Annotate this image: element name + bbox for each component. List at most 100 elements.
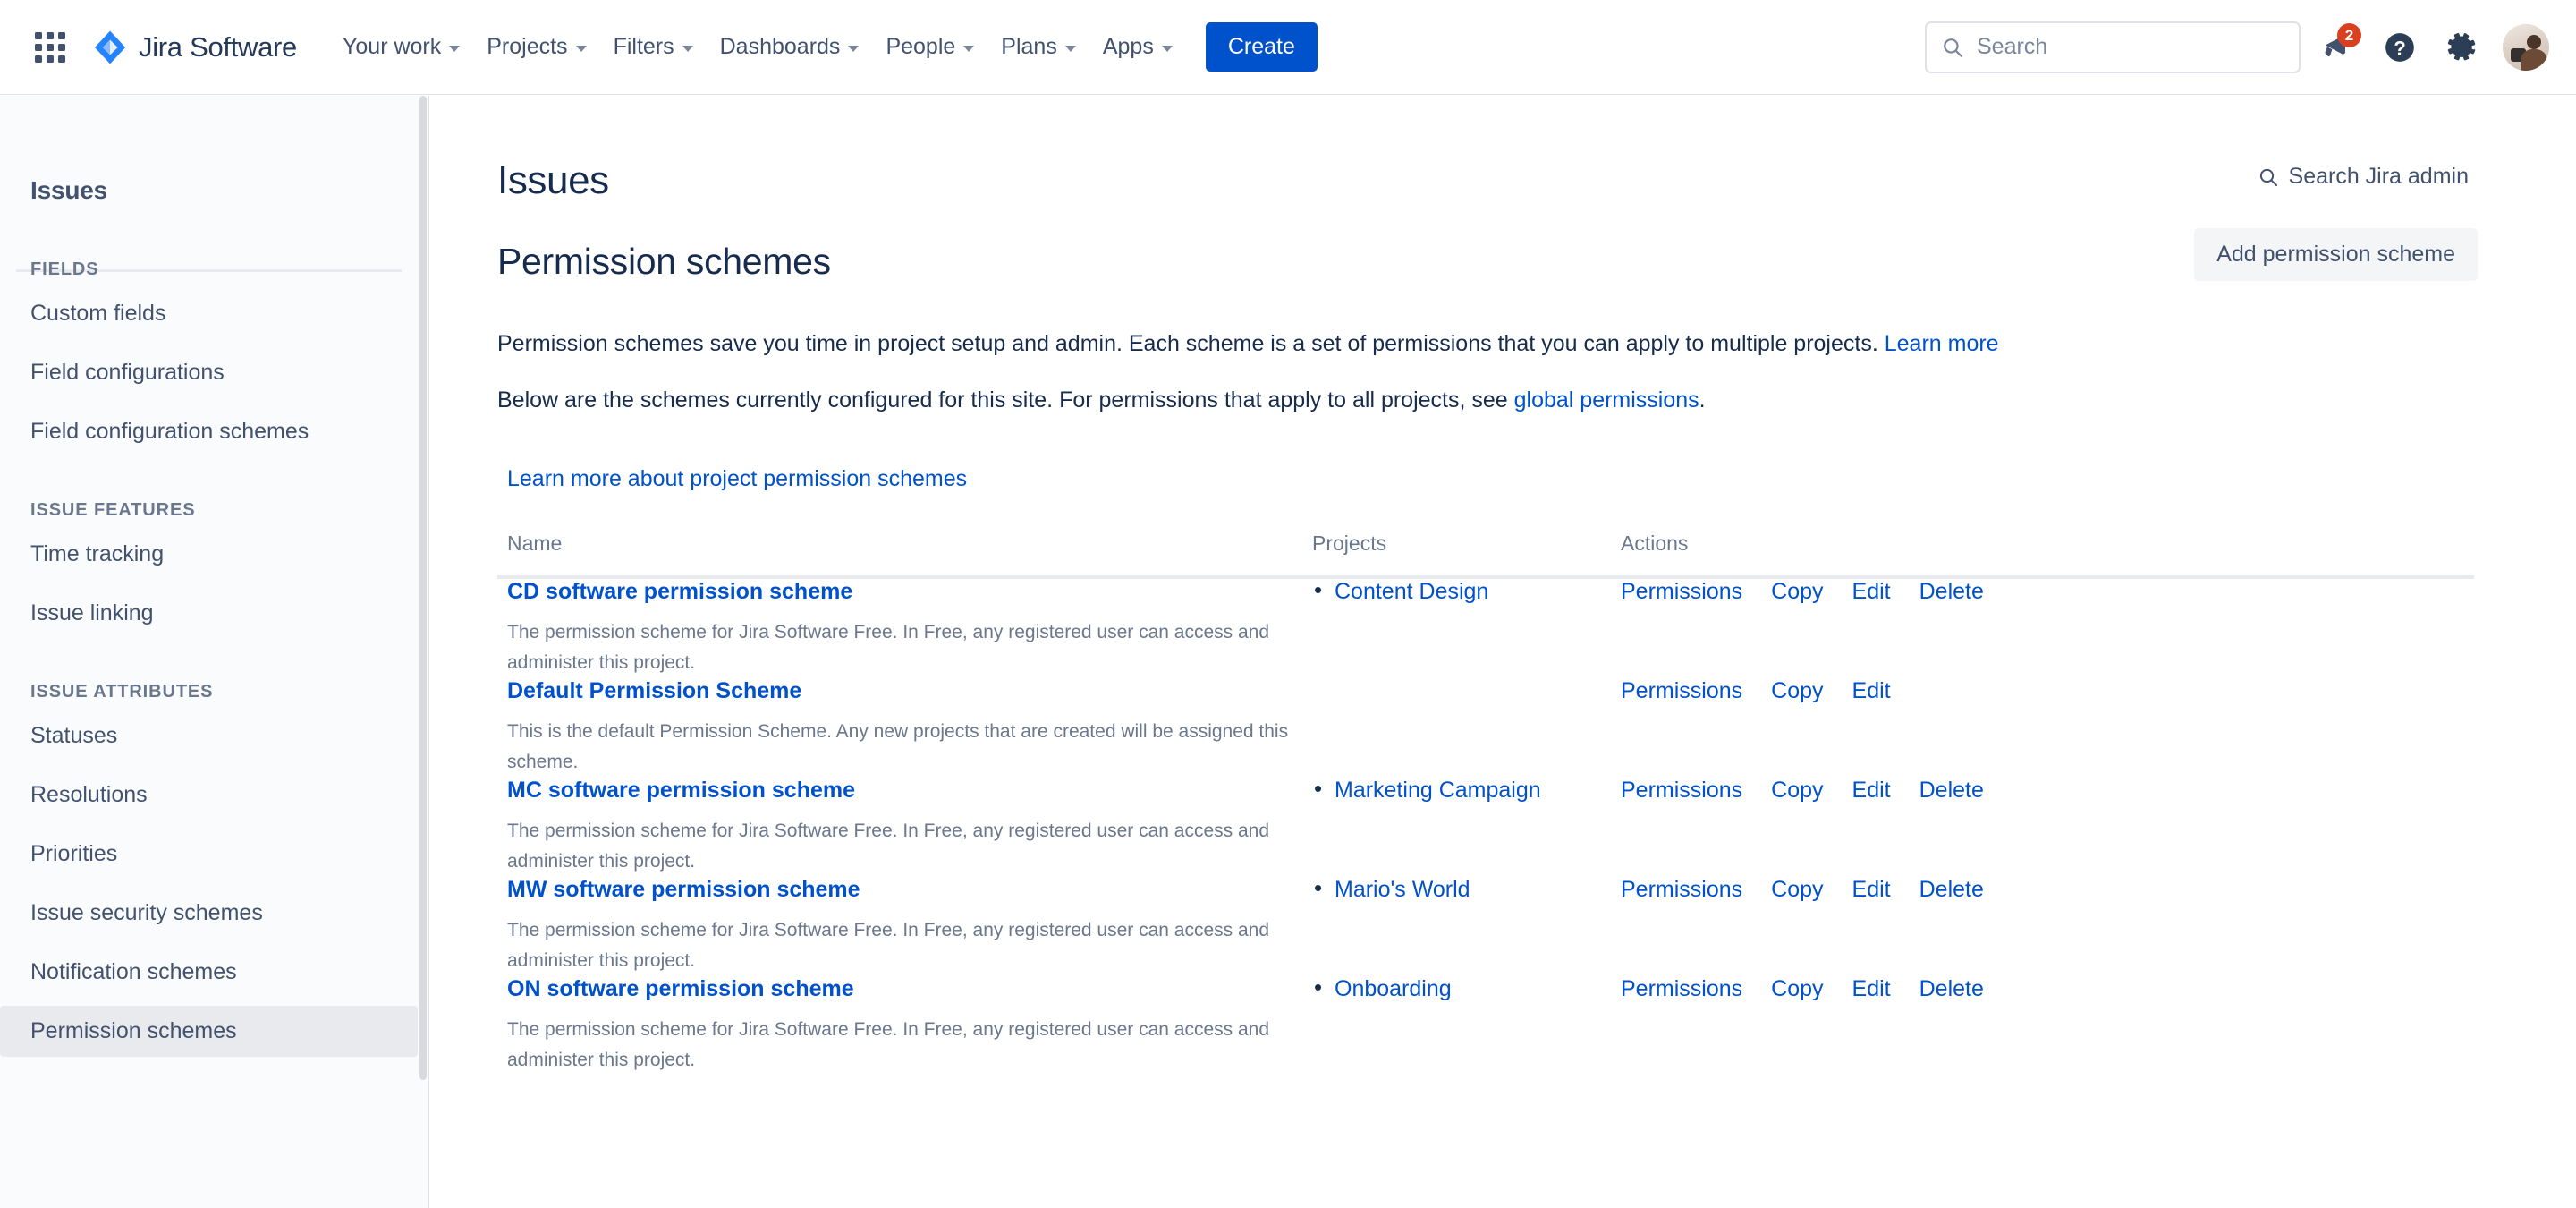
nav-item-label: People bbox=[886, 34, 956, 59]
table-row: ON software permission scheme The permis… bbox=[497, 974, 2474, 1076]
edit-action-link[interactable]: Edit bbox=[1852, 976, 1891, 1002]
intro-paragraph-1-text: Permission schemes save you time in proj… bbox=[497, 331, 1885, 356]
permissions-action-link[interactable]: Permissions bbox=[1621, 877, 1742, 903]
nav-item-people[interactable]: People bbox=[872, 23, 987, 71]
scheme-name-cell: CD software permission scheme The permis… bbox=[497, 577, 1302, 678]
sidebar-item-permission-schemes[interactable]: Permission schemes bbox=[0, 1006, 418, 1057]
sidebar-item-field-configuration-schemes[interactable]: Field configuration schemes bbox=[0, 406, 418, 457]
sidebar-item-custom-fields[interactable]: Custom fields bbox=[0, 288, 418, 339]
project-link[interactable]: Onboarding bbox=[1335, 976, 1452, 1001]
copy-action-link[interactable]: Copy bbox=[1771, 877, 1823, 903]
nav-item-your-work[interactable]: Your work bbox=[329, 23, 473, 71]
scheme-name-link[interactable]: MW software permission scheme bbox=[507, 877, 860, 903]
chevron-down-icon bbox=[682, 46, 693, 52]
create-button[interactable]: Create bbox=[1205, 22, 1318, 72]
app-switcher-icon[interactable] bbox=[30, 28, 70, 67]
global-search-box[interactable] bbox=[1925, 21, 2301, 73]
sidebar-item-resolutions[interactable]: Resolutions bbox=[0, 770, 418, 821]
scheme-name-link[interactable]: ON software permission scheme bbox=[507, 976, 854, 1002]
scheme-name-cell: MW software permission scheme The permis… bbox=[497, 877, 1302, 976]
delete-action-link[interactable]: Delete bbox=[1919, 976, 1984, 1002]
sidebar-item-issue-security-schemes[interactable]: Issue security schemes bbox=[0, 888, 418, 939]
learn-more-inline-link[interactable]: Learn more bbox=[1885, 331, 1999, 356]
help-button[interactable]: ? bbox=[2374, 21, 2426, 73]
project-link[interactable]: Marketing Campaign bbox=[1335, 778, 1541, 803]
nav-item-apps[interactable]: Apps bbox=[1089, 23, 1186, 71]
copy-action-link[interactable]: Copy bbox=[1771, 778, 1823, 804]
nav-item-label: Dashboards bbox=[719, 34, 841, 59]
scheme-actions-cell: Permissions Copy Edit Delete bbox=[1611, 877, 2474, 976]
permissions-action-link[interactable]: Permissions bbox=[1621, 678, 1742, 704]
sidebar-item-statuses[interactable]: Statuses bbox=[0, 710, 418, 761]
edit-action-link[interactable]: Edit bbox=[1852, 579, 1891, 605]
chevron-down-icon bbox=[848, 46, 860, 52]
copy-action-link[interactable]: Copy bbox=[1771, 976, 1823, 1002]
grid-dot bbox=[58, 31, 65, 39]
project-link[interactable]: Content Design bbox=[1335, 579, 1488, 604]
sidebar-item-time-tracking[interactable]: Time tracking bbox=[0, 529, 418, 580]
notifications-button[interactable]: 2 bbox=[2311, 21, 2363, 73]
grid-dot bbox=[47, 43, 54, 51]
copy-action-link[interactable]: Copy bbox=[1771, 678, 1823, 704]
project-link[interactable]: Mario's World bbox=[1335, 877, 1470, 902]
intro-paragraph-1: Permission schemes save you time in proj… bbox=[497, 328, 2478, 360]
section-title: Permission schemes bbox=[497, 241, 831, 282]
delete-action-link[interactable]: Delete bbox=[1919, 778, 1984, 804]
copy-action-link[interactable]: Copy bbox=[1771, 579, 1823, 605]
search-input[interactable] bbox=[1975, 33, 2284, 61]
intro-paragraph-2: Below are the schemes currently configur… bbox=[497, 384, 2478, 416]
scheme-projects-cell: Mario's World bbox=[1302, 875, 1611, 976]
row-actions: Permissions Copy Edit Delete bbox=[1621, 778, 2474, 804]
edit-action-link[interactable]: Edit bbox=[1852, 678, 1891, 704]
edit-action-link[interactable]: Edit bbox=[1852, 877, 1891, 903]
sidebar-item-issue-linking[interactable]: Issue linking bbox=[0, 588, 418, 639]
notification-count-badge: 2 bbox=[2337, 22, 2361, 47]
settings-button[interactable] bbox=[2436, 21, 2488, 73]
scheme-name-link[interactable]: Default Permission Scheme bbox=[507, 678, 801, 704]
scheme-name-cell: ON software permission scheme The permis… bbox=[497, 976, 1302, 1076]
permissions-action-link[interactable]: Permissions bbox=[1621, 579, 1742, 605]
sidebar-section-issue-features: ISSUE FEATURES bbox=[30, 500, 196, 520]
search-icon bbox=[1944, 38, 1962, 57]
table-row: MC software permission scheme The permis… bbox=[497, 776, 2474, 877]
grid-dot bbox=[35, 43, 42, 51]
learn-more-block: Learn more about project permission sche… bbox=[497, 466, 2478, 492]
search-jira-admin-button[interactable]: Search Jira admin bbox=[2249, 158, 2478, 195]
column-header-actions: Actions bbox=[1611, 531, 2474, 579]
user-avatar[interactable] bbox=[2503, 23, 2549, 71]
scheme-projects-cell: Onboarding bbox=[1302, 974, 1611, 1076]
column-header-name: Name bbox=[497, 531, 1302, 579]
search-icon bbox=[2259, 168, 2277, 186]
nav-item-label: Projects bbox=[487, 34, 568, 59]
scheme-name-link[interactable]: MC software permission scheme bbox=[507, 778, 855, 804]
sidebar-item-priorities[interactable]: Priorities bbox=[0, 829, 418, 880]
learn-more-about-project-permission-schemes-link[interactable]: Learn more about project permission sche… bbox=[507, 466, 967, 491]
delete-action-link[interactable]: Delete bbox=[1919, 877, 1984, 903]
sidebar-item-notification-schemes[interactable]: Notification schemes bbox=[0, 947, 418, 998]
nav-item-filters[interactable]: Filters bbox=[600, 23, 707, 71]
grid-dot bbox=[35, 31, 42, 39]
nav-item-plans[interactable]: Plans bbox=[987, 23, 1089, 71]
sidebar-item-field-configurations[interactable]: Field configurations bbox=[0, 347, 418, 398]
edit-action-link[interactable]: Edit bbox=[1852, 778, 1891, 804]
nav-item-projects[interactable]: Projects bbox=[473, 23, 599, 71]
page-header-row: Issues Search Jira admin bbox=[497, 158, 2478, 203]
global-permissions-link[interactable]: global permissions bbox=[1514, 387, 1699, 413]
add-permission-scheme-button[interactable]: Add permission scheme bbox=[2194, 228, 2478, 281]
scheme-description: The permission scheme for Jira Software … bbox=[507, 820, 1270, 872]
jira-software-home-link[interactable]: Jira Software bbox=[91, 29, 297, 66]
svg-text:?: ? bbox=[2394, 37, 2406, 59]
chevron-down-icon bbox=[449, 46, 461, 52]
avatar-photo-head bbox=[2527, 34, 2541, 49]
sidebar-scrollbar[interactable] bbox=[419, 96, 427, 1080]
permissions-action-link[interactable]: Permissions bbox=[1621, 778, 1742, 804]
intro-paragraph-2-prefix: Below are the schemes currently configur… bbox=[497, 387, 1514, 413]
scheme-name-link[interactable]: CD software permission scheme bbox=[507, 579, 852, 605]
table-row: MW software permission scheme The permis… bbox=[497, 875, 2474, 976]
row-actions: Permissions Copy Edit Delete bbox=[1621, 976, 2474, 1002]
nav-item-dashboards[interactable]: Dashboards bbox=[707, 23, 873, 71]
list-item: Mario's World bbox=[1314, 875, 1611, 903]
permissions-action-link[interactable]: Permissions bbox=[1621, 976, 1742, 1002]
scheme-name-cell: MC software permission scheme The permis… bbox=[497, 778, 1302, 877]
delete-action-link[interactable]: Delete bbox=[1919, 579, 1984, 605]
